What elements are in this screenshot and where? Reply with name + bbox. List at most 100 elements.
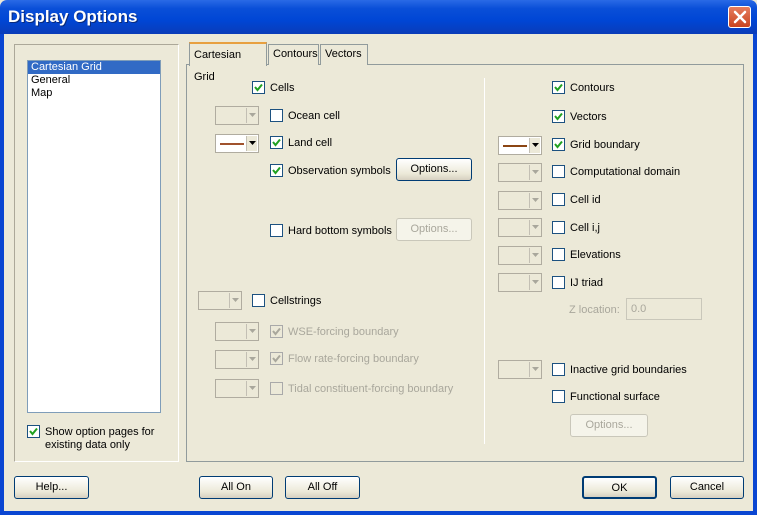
computational-domain-label: Computational domain [570, 166, 681, 178]
observation-symbols-label: Observation symbols [288, 165, 391, 177]
wse-forcing-color-combo [215, 322, 259, 341]
hard-bottom-symbols-checkbox[interactable] [270, 224, 283, 237]
ocean-cell-label: Ocean cell [288, 110, 340, 122]
tab-content-panel [186, 64, 744, 462]
help-button[interactable]: Help... [14, 476, 89, 499]
check-icon [554, 83, 563, 92]
list-item-cartesian-grid[interactable]: Cartesian Grid [28, 61, 160, 74]
list-item-map[interactable]: Map [28, 87, 160, 100]
hard-bottom-symbols-label: Hard bottom symbols [288, 225, 392, 237]
computational-domain-color-combo [498, 163, 542, 182]
cell-id-checkbox[interactable] [552, 193, 565, 206]
dropdown-arrow-icon [529, 275, 540, 290]
contours-label: Contours [570, 82, 615, 94]
dropdown-arrow-icon [246, 108, 257, 123]
observation-options-button[interactable]: Options... [396, 158, 472, 181]
dropdown-arrow-icon [246, 352, 257, 367]
close-button[interactable] [728, 6, 751, 28]
show-option-pages-checkbox[interactable] [27, 425, 40, 438]
vectors-label: Vectors [570, 111, 607, 123]
line-swatch [220, 143, 244, 145]
dropdown-arrow-icon [529, 362, 540, 377]
window-frame-left [0, 34, 4, 515]
cell-id-color-combo [498, 191, 542, 210]
show-option-pages-label-line1: Show option pages for [45, 426, 155, 438]
grid-boundary-label: Grid boundary [570, 139, 640, 151]
cellstrings-checkbox[interactable] [252, 294, 265, 307]
cell-ij-label: Cell i,j [570, 222, 600, 234]
display-options-window: Display Options Cartesian Grid General M… [0, 0, 757, 515]
cellstrings-color-combo [198, 291, 242, 310]
tab-cartesian-grid[interactable]: Cartesian Grid [189, 42, 267, 83]
check-icon [254, 83, 263, 92]
check-icon [272, 138, 281, 147]
computational-domain-checkbox[interactable] [552, 165, 565, 178]
check-icon [272, 354, 281, 363]
z-location-label: Z location: [569, 304, 620, 316]
cells-checkbox[interactable] [252, 81, 265, 94]
dropdown-arrow-icon [529, 165, 540, 180]
functional-surface-options-button: Options... [570, 414, 648, 437]
title-bar: Display Options [0, 0, 757, 34]
dropdown-arrow-icon [246, 136, 257, 151]
elevations-checkbox[interactable] [552, 248, 565, 261]
ij-triad-label: IJ triad [570, 277, 604, 289]
cellstrings-label: Cellstrings [270, 295, 322, 307]
cell-ij-color-combo [498, 218, 542, 237]
all-off-button[interactable]: All Off [285, 476, 360, 499]
dropdown-arrow-icon [246, 381, 257, 396]
flow-rate-forcing-checkbox [270, 352, 283, 365]
check-icon [272, 327, 281, 336]
dropdown-arrow-icon [529, 248, 540, 263]
elevations-color-combo [498, 246, 542, 265]
option-pages-list[interactable]: Cartesian Grid General Map [27, 60, 161, 413]
flow-rate-forcing-color-combo [215, 350, 259, 369]
check-icon [554, 140, 563, 149]
functional-surface-checkbox[interactable] [552, 390, 565, 403]
check-icon [272, 166, 281, 175]
window-frame-bottom [0, 511, 757, 515]
ocean-cell-color-combo [215, 106, 259, 125]
ij-triad-color-combo [498, 273, 542, 292]
inactive-grid-boundaries-checkbox[interactable] [552, 363, 565, 376]
cell-ij-checkbox[interactable] [552, 221, 565, 234]
land-cell-checkbox[interactable] [270, 136, 283, 149]
grid-boundary-color-combo[interactable] [498, 136, 542, 155]
show-option-pages-label-line2: existing data only [45, 439, 130, 451]
tidal-forcing-checkbox [270, 382, 283, 395]
vectors-checkbox[interactable] [552, 110, 565, 123]
functional-surface-label: Functional surface [570, 391, 660, 403]
z-location-input: 0.0 [626, 298, 702, 320]
tab-contours[interactable]: Contours [268, 44, 319, 65]
check-icon [29, 427, 38, 436]
column-divider [484, 78, 485, 444]
tab-vectors[interactable]: Vectors [320, 44, 368, 65]
elevations-label: Elevations [570, 249, 621, 261]
inactive-grid-boundaries-color-combo [498, 360, 542, 379]
contours-checkbox[interactable] [552, 81, 565, 94]
ocean-cell-checkbox[interactable] [270, 109, 283, 122]
check-icon [554, 112, 563, 121]
ok-button[interactable]: OK [582, 476, 657, 499]
land-cell-color-combo[interactable] [215, 134, 259, 153]
hard-bottom-options-button: Options... [396, 218, 472, 241]
grid-boundary-checkbox[interactable] [552, 138, 565, 151]
flow-rate-forcing-label: Flow rate-forcing boundary [288, 353, 419, 365]
all-on-button[interactable]: All On [199, 476, 273, 499]
window-title: Display Options [8, 7, 138, 26]
observation-symbols-checkbox[interactable] [270, 164, 283, 177]
tidal-forcing-label: Tidal constituent-forcing boundary [288, 383, 454, 395]
list-item-general[interactable]: General [28, 74, 160, 87]
cells-label: Cells [270, 82, 295, 94]
dropdown-arrow-icon [246, 324, 257, 339]
cancel-button[interactable]: Cancel [670, 476, 744, 499]
line-swatch [503, 145, 527, 147]
ij-triad-checkbox[interactable] [552, 276, 565, 289]
wse-forcing-checkbox [270, 325, 283, 338]
window-frame-right [753, 34, 757, 515]
dropdown-arrow-icon [529, 220, 540, 235]
dropdown-arrow-icon [529, 193, 540, 208]
cell-id-label: Cell id [570, 194, 601, 206]
land-cell-label: Land cell [288, 137, 333, 149]
close-icon [733, 10, 747, 24]
